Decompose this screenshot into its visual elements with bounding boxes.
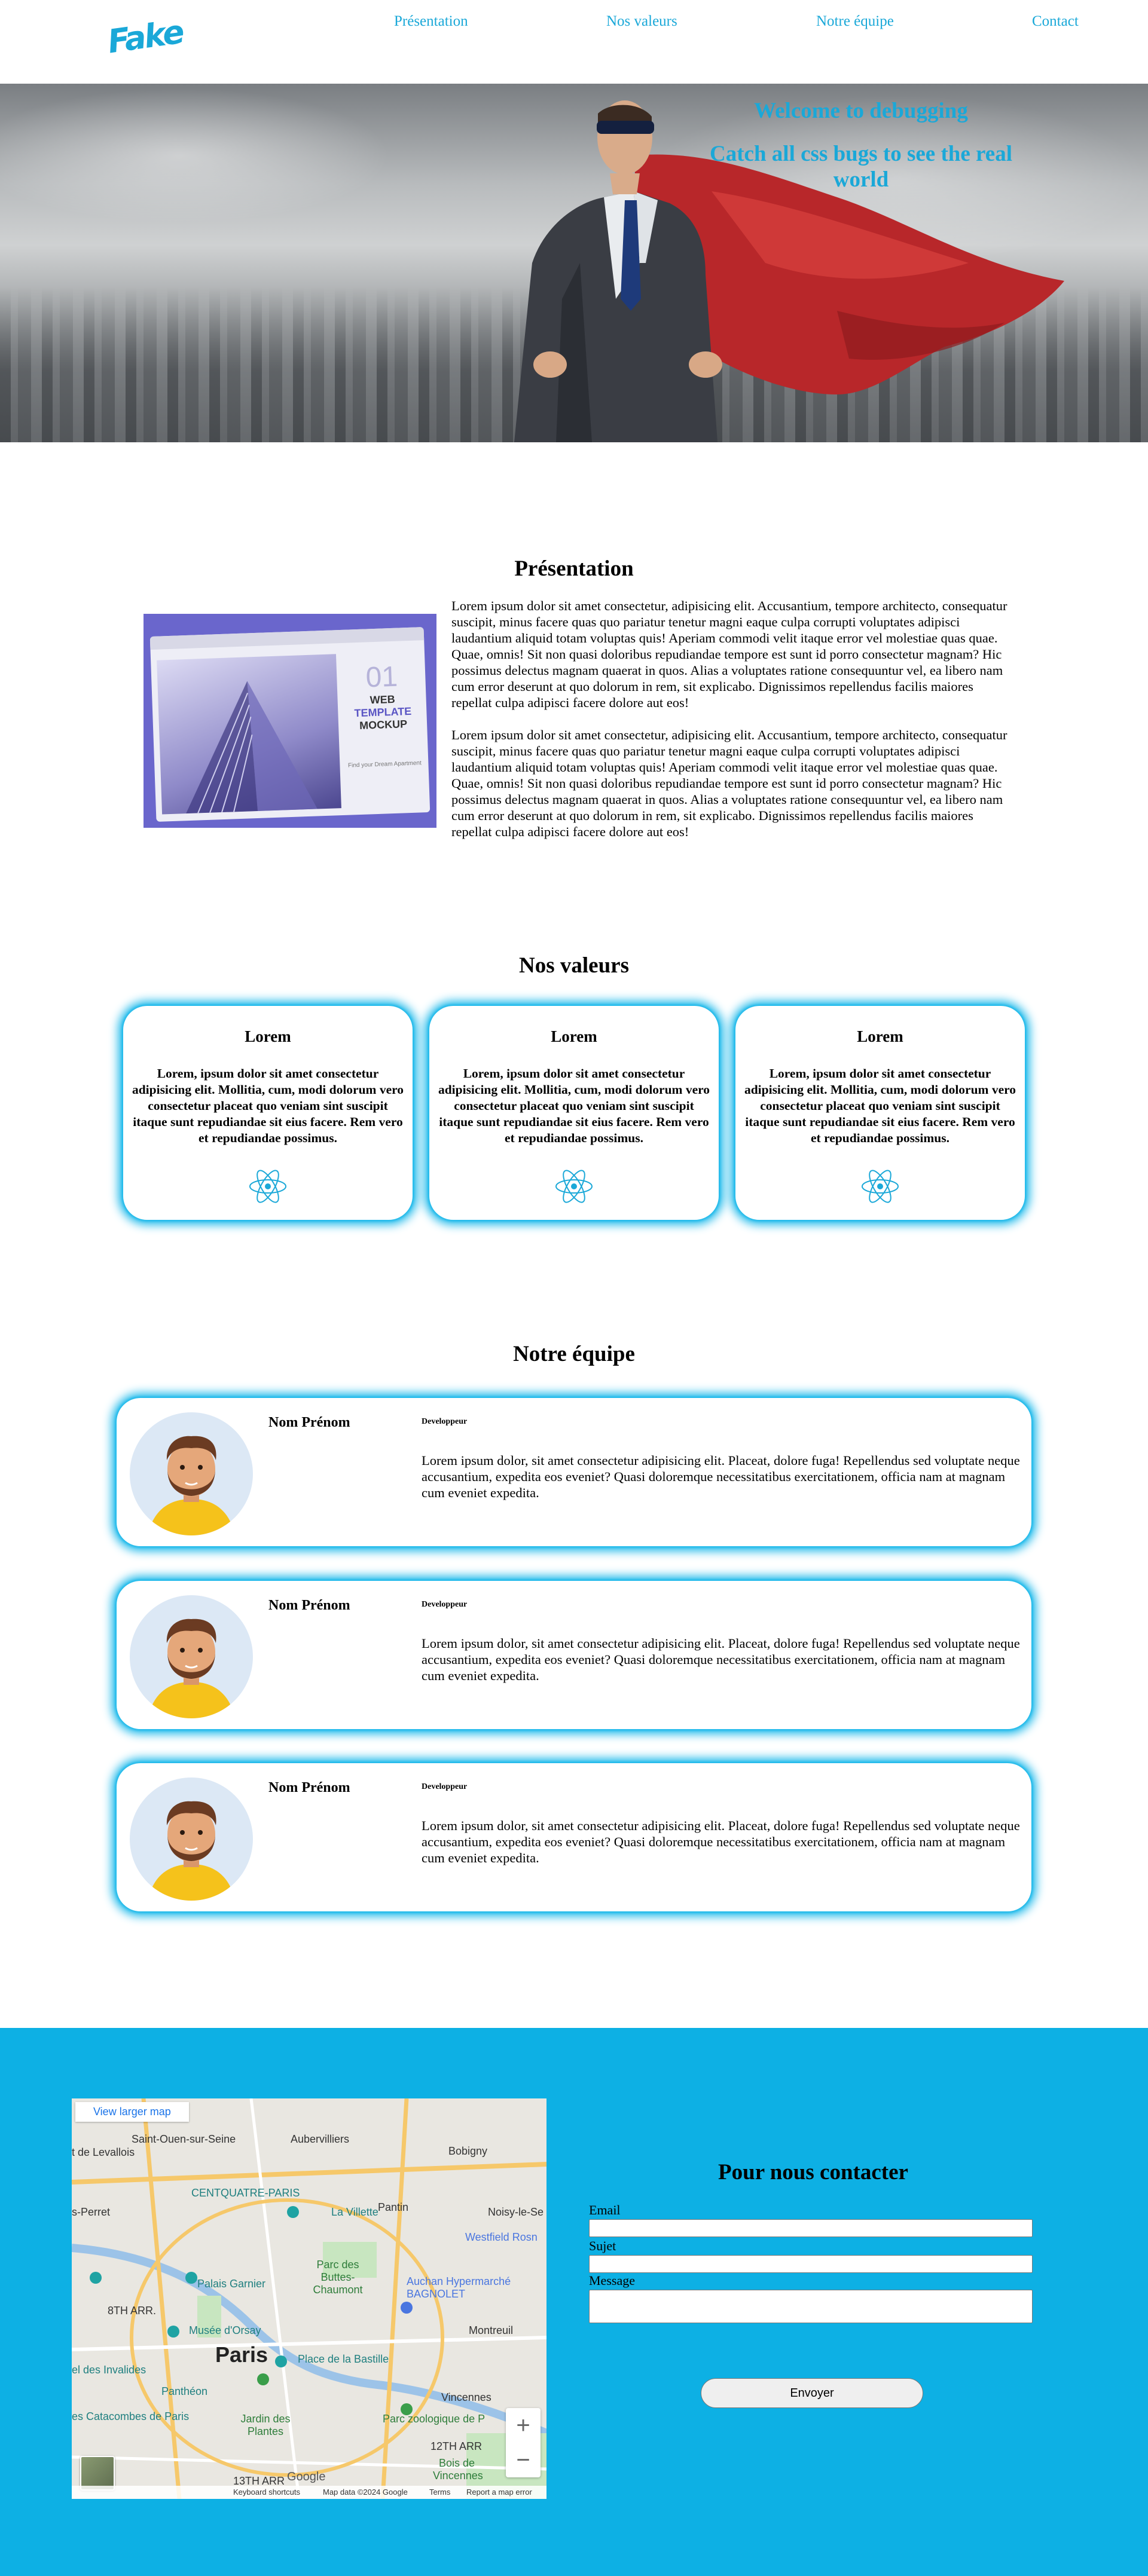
contact-section: View larger map Saint-Ouen-sur-Seine Aub… [0, 2028, 1148, 2576]
google-map[interactable]: View larger map Saint-Ouen-sur-Seine Aub… [72, 2098, 546, 2499]
member-role: Developpeur [422, 1417, 468, 1426]
map-label-paris: Paris [215, 2342, 268, 2367]
map-zoom-control: + − [506, 2408, 541, 2477]
map-label: CENTQUATRE-PARIS [191, 2187, 300, 2199]
map-label: Saint-Ouen-sur-Seine [132, 2133, 236, 2145]
subject-label: Sujet [589, 2238, 616, 2253]
email-label: Email [589, 2202, 621, 2217]
map-label: Musée d'Orsay [189, 2324, 261, 2336]
google-logo: Google [287, 2470, 326, 2483]
map-label: t de Levallois [72, 2146, 135, 2158]
value-card: Lorem Lorem, ipsum dolor sit amet consec… [429, 1006, 719, 1220]
avatar-illustration [148, 1619, 235, 1718]
team-member-card: Nom Prénom Developpeur Lorem ipsum dolor… [117, 1398, 1031, 1546]
values-title: Nos valeurs [519, 953, 629, 978]
map-label: Montreuil [469, 2324, 514, 2336]
value-card: Lorem Lorem, ipsum dolor sit amet consec… [123, 1006, 413, 1220]
map-label: es Catacombes de Paris [72, 2410, 190, 2422]
team-member-card: Nom Prénom Developpeur Lorem ipsum dolor… [117, 1581, 1031, 1729]
value-card-title: Lorem [245, 1027, 291, 1045]
member-name: Nom Prénom [268, 1415, 350, 1430]
presentation-title: Présentation [514, 556, 634, 581]
map-label: Vincennes [441, 2391, 491, 2403]
mockup-number: 01 [365, 660, 398, 694]
subject-field[interactable] [589, 2255, 1033, 2273]
map-label: Pantin [378, 2201, 409, 2213]
presentation-paragraph-1: Lorem ipsum dolor sit amet consectetur, … [451, 598, 1007, 710]
member-bio: Lorem ipsum dolor, sit amet consectetur … [422, 1818, 1020, 1865]
mockup-caption: Find your Dream Apartment [347, 760, 422, 769]
avatar-illustration [148, 1801, 235, 1901]
message-field[interactable] [589, 2290, 1033, 2323]
email-field[interactable] [589, 2219, 1033, 2237]
map-label: s-Perret [72, 2206, 111, 2218]
map-label: Aubervilliers [291, 2133, 350, 2145]
report-map-error-link[interactable]: Report a map error [466, 2488, 532, 2497]
map-label: Auchan Hypermarché BAGNOLET [407, 2275, 511, 2300]
web-template-mockup-image: 01 WEB TEMPLATE MOCKUP Find your Dream A… [144, 614, 436, 828]
map-label: Panthéon [161, 2385, 208, 2397]
zoom-out-button[interactable]: − [506, 2443, 541, 2477]
react-icon [862, 1170, 899, 1203]
main-nav: Présentation Nos valeurs Notre équipe Co… [0, 13, 1148, 37]
avatar-illustration [148, 1436, 235, 1535]
map-label: Noisy-le-Se [488, 2206, 544, 2218]
mockup-browser-bar [149, 627, 425, 650]
building-lines-icon [186, 681, 317, 814]
member-name: Nom Prénom [268, 1598, 350, 1613]
zoom-in-button[interactable]: + [506, 2408, 541, 2443]
value-card-title: Lorem [551, 1027, 597, 1045]
member-bio: Lorem ipsum dolor, sit amet consectetur … [422, 1636, 1020, 1683]
map-label: el des Invalides [72, 2364, 146, 2376]
member-role: Developpeur [422, 1600, 468, 1609]
mockup-browser-frame: 01 WEB TEMPLATE MOCKUP Find your Dream A… [149, 627, 430, 822]
nav-link-valeurs[interactable]: Nos valeurs [606, 13, 677, 30]
hero-superhero-image [514, 100, 1064, 442]
react-icon [249, 1170, 286, 1203]
submit-button[interactable]: Envoyer [701, 2378, 923, 2408]
hero-subtitle: Catch all css bugs to see the real world [710, 142, 1012, 192]
map-label: 8TH ARR. [108, 2305, 157, 2317]
hero-banner: Welcome to debugging Catch all css bugs … [0, 84, 1148, 442]
avatar [130, 1412, 253, 1535]
map-data-text: Map data ©2024 Google [323, 2488, 408, 2497]
map-label: Parc zoologique de P [383, 2413, 486, 2425]
team-member-card: Nom Prénom Developpeur Lorem ipsum dolor… [117, 1763, 1031, 1911]
avatar [130, 1777, 253, 1901]
map-label: Bobigny [448, 2145, 488, 2157]
map-label: La Villette [331, 2206, 378, 2218]
member-bio: Lorem ipsum dolor, sit amet consectetur … [422, 1453, 1020, 1500]
nav-link-presentation[interactable]: Présentation [394, 13, 468, 30]
map-label: Palais Garnier [197, 2278, 266, 2290]
member-role: Developpeur [422, 1782, 468, 1791]
terms-link[interactable]: Terms [429, 2488, 450, 2497]
message-label: Message [589, 2273, 635, 2288]
map-label: Bois de Vincennes [433, 2457, 483, 2482]
avatar [130, 1595, 253, 1718]
map-label: Parc des Buttes-Chaumont [313, 2259, 363, 2296]
keyboard-shortcuts-link[interactable]: Keyboard shortcuts [233, 2488, 300, 2497]
value-card-text: Lorem, ipsum dolor sit amet consectetur … [438, 1066, 710, 1145]
site-header: Fake Présentation Nos valeurs Notre équi… [0, 0, 1148, 84]
map-label: 12TH ARR [430, 2440, 483, 2452]
value-card-text: Lorem, ipsum dolor sit amet consectetur … [744, 1066, 1016, 1145]
nav-link-contact[interactable]: Contact [1032, 13, 1079, 30]
nav-link-equipe[interactable]: Notre équipe [816, 13, 894, 30]
presentation-paragraph-2: Lorem ipsum dolor sit amet consectetur, … [451, 727, 1007, 839]
value-card-title: Lorem [857, 1027, 903, 1045]
map-label: Place de la Bastille [298, 2353, 389, 2365]
member-name: Nom Prénom [268, 1780, 350, 1795]
view-larger-map-link[interactable]: View larger map [75, 2102, 189, 2122]
value-card-text: Lorem, ipsum dolor sit amet consectetur … [132, 1066, 404, 1145]
hero-title: Welcome to debugging [754, 99, 968, 123]
contact-title: Pour nous contacter [718, 2160, 908, 2185]
map-footer: Keyboard shortcuts Map data ©2024 Google… [72, 2486, 546, 2499]
map-label: Jardin des Plantes [240, 2413, 291, 2437]
team-title: Notre équipe [513, 1342, 635, 1366]
value-card: Lorem Lorem, ipsum dolor sit amet consec… [735, 1006, 1025, 1220]
react-icon [555, 1170, 593, 1203]
mockup-text-block: 01 WEB TEMPLATE MOCKUP Find your Dream A… [341, 659, 425, 769]
map-label: Westfield Rosn [465, 2231, 538, 2243]
mockup-building-photo [157, 654, 341, 815]
